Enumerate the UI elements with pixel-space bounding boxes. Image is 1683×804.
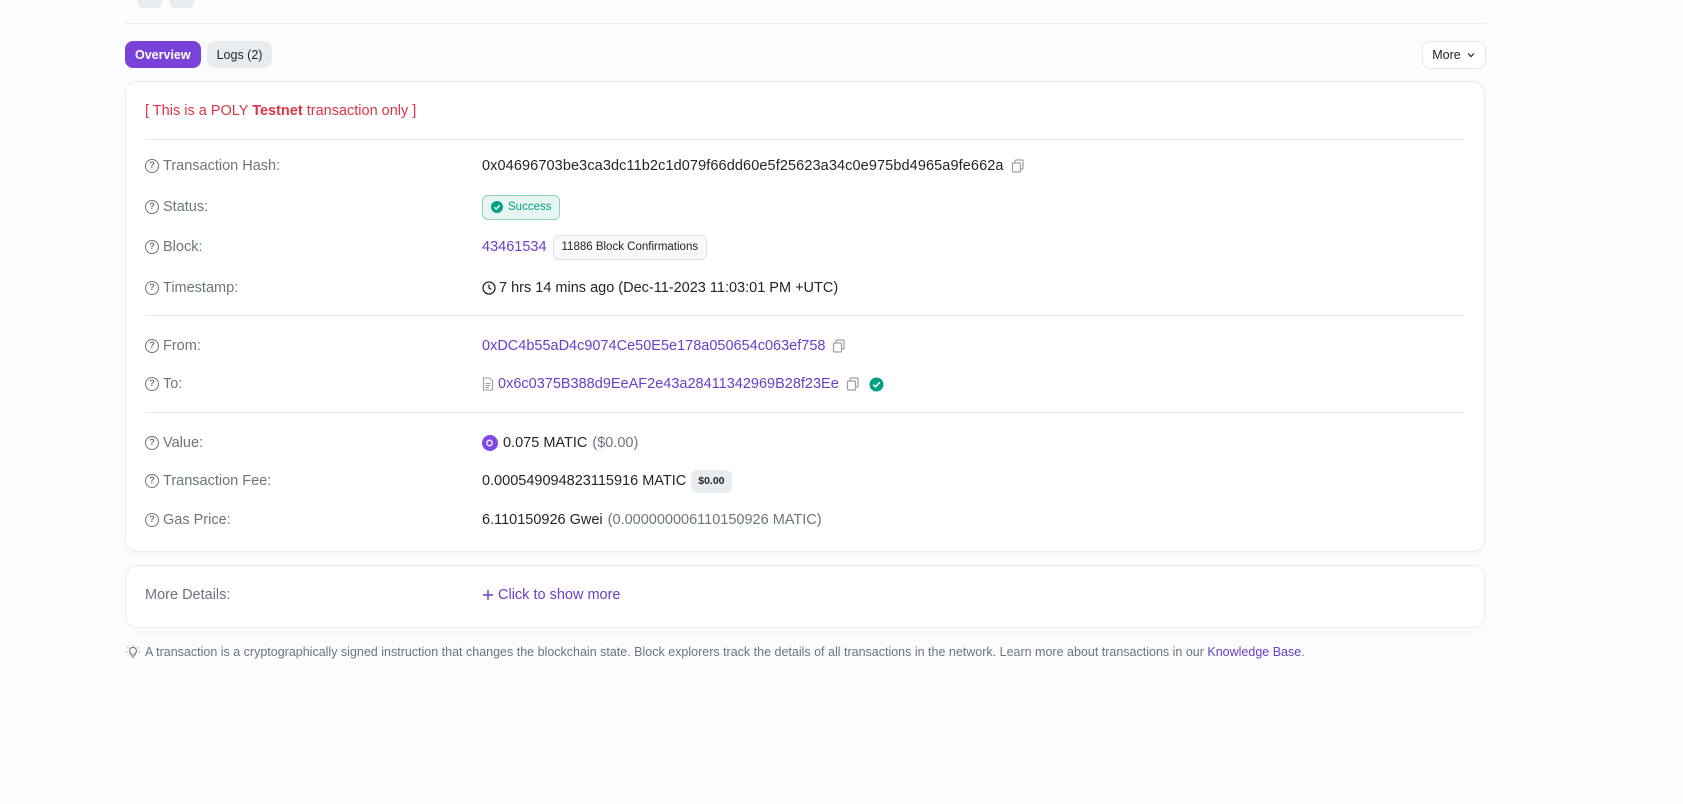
value-amount: 0.075 MATIC	[503, 435, 588, 451]
transaction-fee-label: Transaction Fee:	[163, 473, 272, 489]
more-dropdown-button[interactable]: More	[1422, 41, 1486, 69]
row-gas-price: ? Gas Price: 6.110150926 Gwei (0.00000000…	[145, 509, 1465, 531]
show-more-label: Click to show more	[498, 587, 621, 603]
row-value: ? Value: 0.075 MATIC ($0.00)	[145, 432, 1465, 454]
block-label: Block:	[163, 239, 203, 255]
question-icon[interactable]: ?	[145, 513, 159, 527]
status-text: Success	[508, 201, 552, 213]
divider	[145, 315, 1465, 316]
title-divider	[125, 23, 1485, 24]
transaction-hash-value: 0x04696703be3ca3dc11b2c1d079f66dd60e5f25…	[482, 158, 1004, 174]
copy-icon[interactable]	[845, 376, 861, 392]
page-title-text: .	[125, 0, 130, 9]
divider	[145, 412, 1465, 413]
to-address-link[interactable]: 0x6c0375B388d9EeAF2e43a28411342969B28f23…	[498, 376, 839, 392]
notice-suffix: transaction only ]	[302, 103, 417, 119]
verified-icon	[869, 377, 884, 391]
question-icon[interactable]: ?	[145, 436, 159, 450]
row-timestamp: ? Timestamp: 7 hrs 14 mins ago (Dec-11-20…	[145, 277, 1465, 299]
more-details-label: More Details:	[145, 587, 231, 603]
transaction-fee-usd-badge: $0.00	[691, 469, 732, 493]
row-transaction-fee: ? Transaction Fee: 0.000549094823115916 M…	[145, 469, 1465, 493]
footer-end: .	[1301, 645, 1305, 659]
gas-price-matic: (0.000000006110150926 MATIC)	[607, 512, 822, 528]
title-action-2[interactable]	[170, 0, 195, 8]
to-label: To:	[163, 376, 183, 392]
more-label: More	[1432, 48, 1461, 62]
transaction-fee-amount: 0.000549094823115916 MATIC	[482, 473, 687, 489]
question-icon[interactable]: ?	[145, 474, 159, 488]
from-label: From:	[163, 338, 201, 354]
gas-price-label: Gas Price:	[163, 512, 231, 528]
show-more-link[interactable]: Click to show more	[482, 587, 620, 603]
footer-note: A transaction is a cryptographically sig…	[125, 645, 1305, 659]
contract-file-icon	[482, 377, 494, 391]
chevron-down-icon	[1467, 53, 1475, 58]
question-icon[interactable]: ?	[145, 377, 159, 391]
transaction-hash-label: Transaction Hash:	[163, 158, 281, 174]
lightbulb-icon	[126, 645, 140, 658]
question-icon[interactable]: ?	[145, 339, 159, 353]
knowledge-base-link[interactable]: Knowledge Base	[1207, 645, 1301, 659]
copy-icon[interactable]	[831, 338, 847, 354]
value-label: Value:	[163, 435, 204, 451]
notice-prefix: [ This is a POLY	[145, 103, 253, 119]
notice-bold: Testnet	[252, 103, 303, 119]
value-usd: ($0.00)	[592, 435, 639, 451]
tab-bar: Overview Logs (2)	[125, 41, 273, 68]
question-icon[interactable]: ?	[145, 200, 159, 214]
status-label: Status:	[163, 199, 209, 215]
timestamp-label: Timestamp:	[163, 280, 239, 296]
question-icon[interactable]: ?	[145, 159, 159, 173]
question-icon[interactable]: ?	[145, 281, 159, 295]
plus-icon	[483, 590, 493, 600]
divider	[145, 139, 1465, 140]
from-address-link[interactable]: 0xDC4b55aD4c9074Ce50E5e178a050654c063ef7…	[482, 338, 825, 354]
clock-icon	[482, 281, 496, 295]
row-from: ? From: 0xDC4b55aD4c9074Ce50E5e178a050654…	[145, 335, 1465, 357]
matic-token-icon	[482, 435, 498, 451]
question-icon[interactable]: ?	[145, 240, 159, 254]
block-number-link[interactable]: 43461534	[482, 239, 547, 255]
footer-text: A transaction is a cryptographically sig…	[145, 645, 1208, 659]
copy-icon[interactable]	[1010, 158, 1026, 174]
row-more-details: More Details: Click to show more	[145, 584, 1465, 606]
tab-overview[interactable]: Overview	[125, 41, 201, 68]
gas-price-gwei: 6.110150926 Gwei	[482, 512, 603, 528]
row-block: ? Block: 43461534 11886 Block Confirmatio…	[145, 234, 1465, 260]
block-confirmations-badge: 11886 Block Confirmations	[552, 234, 708, 260]
row-status: ? Status: Success	[145, 194, 1465, 220]
page-title-partial: .	[125, 0, 195, 9]
timestamp-value: 7 hrs 14 mins ago (Dec-11-2023 11:03:01 …	[499, 280, 839, 296]
status-badge: Success	[482, 194, 561, 220]
row-transaction-hash: ? Transaction Hash: 0x04696703be3ca3dc11b…	[145, 155, 1465, 177]
check-circle-icon	[491, 201, 503, 213]
testnet-notice: [ This is a POLY Testnet transaction onl…	[145, 103, 416, 119]
row-to: ? To: 0x6c0375B388d9EeAF2e43a28411342969B…	[145, 373, 1465, 395]
title-action-1[interactable]	[138, 0, 163, 8]
tab-logs[interactable]: Logs (2)	[206, 41, 273, 68]
